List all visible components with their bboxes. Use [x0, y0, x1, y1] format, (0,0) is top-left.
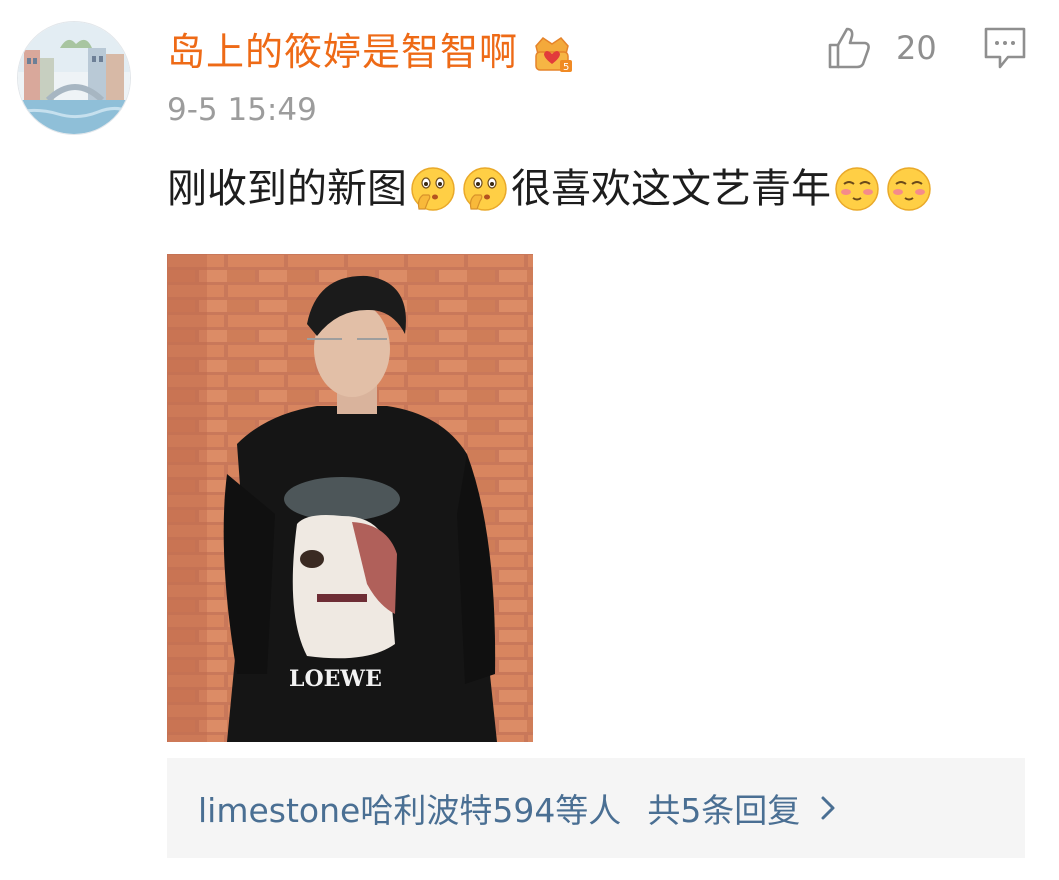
comment-text-part2: 很喜欢这文艺青年 — [511, 166, 831, 212]
avatar[interactable] — [17, 21, 131, 135]
vip-crown-icon[interactable]: 5 — [530, 30, 574, 74]
replier-names-link[interactable]: limestone哈利波特594等人 — [198, 784, 621, 832]
reply-summary-bar[interactable]: limestone哈利波特594等人 共5条回复 — [167, 758, 1025, 858]
like-button[interactable]: 20 — [826, 20, 937, 76]
reply-button[interactable] — [983, 25, 1027, 71]
photo-image: LOEWE — [167, 254, 533, 742]
comment-timestamp: 9-5 15:49 — [167, 92, 317, 128]
comment-body: 刚收到的新图 很喜欢这文艺青年 — [167, 161, 935, 217]
reply-count-link[interactable]: 共5条回复 — [647, 784, 800, 832]
shirt-logo-text: LOEWE — [289, 666, 382, 692]
comment-bubble-icon — [984, 27, 1026, 69]
shy-face-emoji-icon — [887, 167, 931, 211]
chevron-right-icon — [821, 796, 835, 820]
shy-face-emoji-icon — [835, 167, 879, 211]
username-row: 岛上的筱婷是智智啊 5 — [167, 24, 574, 80]
thumbs-up-icon — [828, 27, 870, 69]
svg-text:5: 5 — [563, 62, 569, 73]
comment-text-part1: 刚收到的新图 — [167, 166, 407, 212]
comment-photo[interactable]: LOEWE — [167, 254, 533, 742]
shushing-face-emoji-icon — [463, 167, 507, 211]
username-link[interactable]: 岛上的筱婷是智智啊 — [167, 24, 518, 80]
like-count: 20 — [896, 29, 937, 67]
avatar-image — [18, 22, 130, 134]
shushing-face-emoji-icon — [411, 167, 455, 211]
